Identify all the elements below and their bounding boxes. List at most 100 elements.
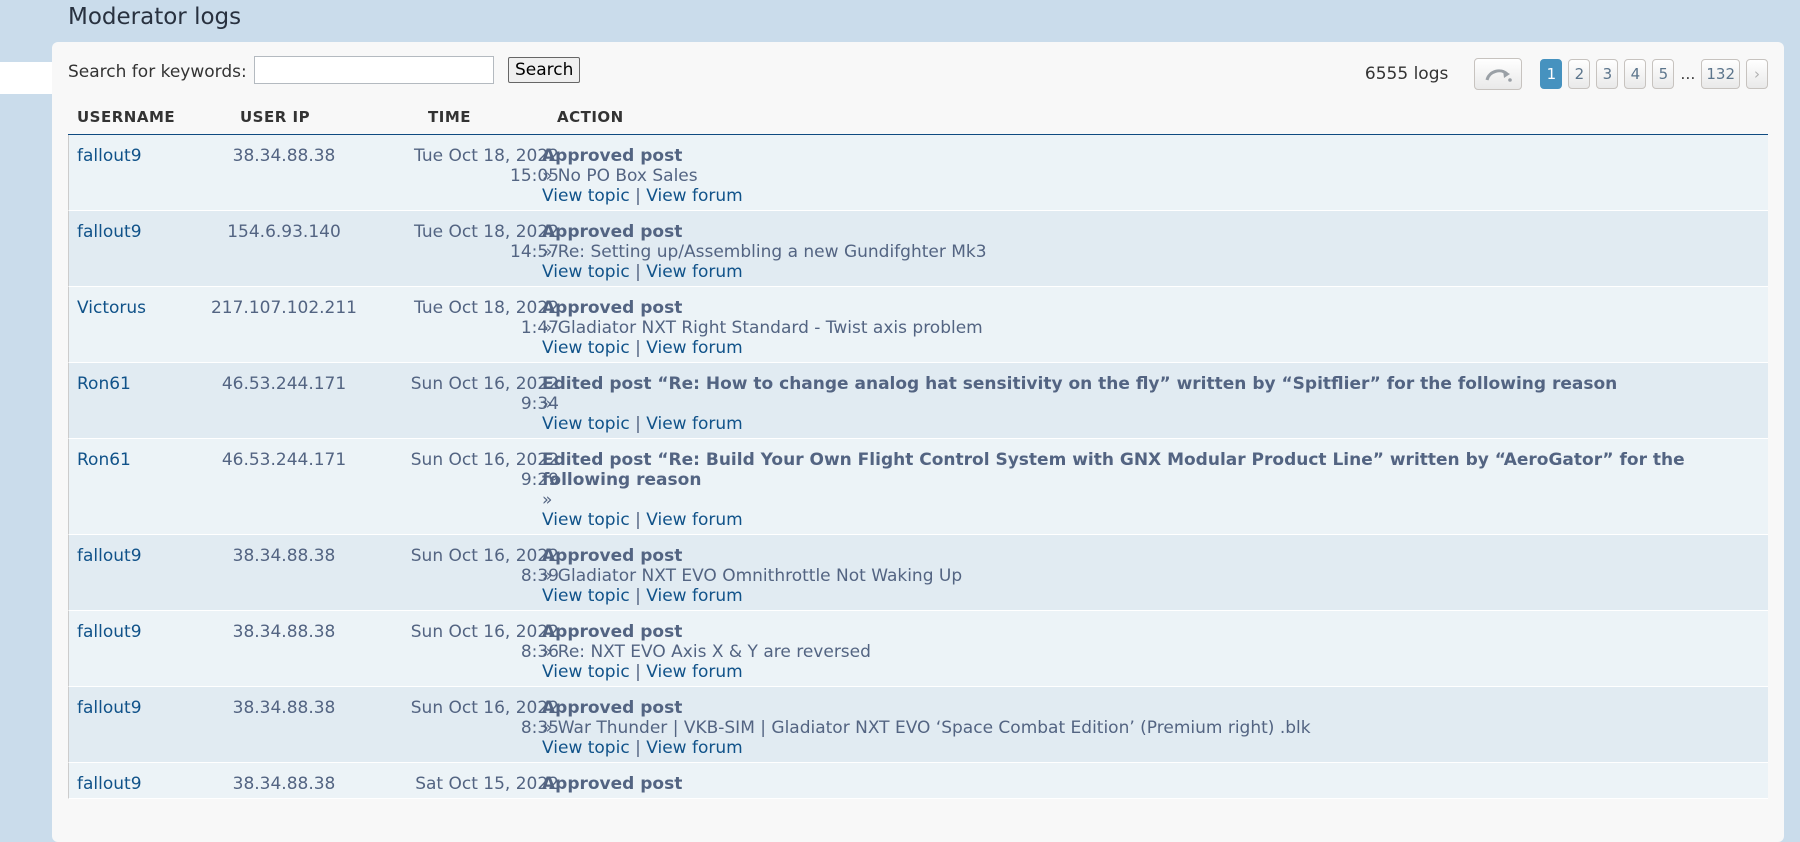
action-links: View topic | View forum	[542, 662, 1760, 682]
view-topic-link[interactable]: View topic	[542, 186, 630, 206]
link-separator: |	[635, 262, 641, 282]
pagination: 6555 logs 1 2 3 4 5 … 132 ›	[1365, 58, 1768, 90]
action-detail: »	[542, 394, 553, 414]
log-date: Sat Oct 15, 2022	[415, 774, 559, 794]
log-time: Sun Oct 16, 2022 8:35	[369, 698, 559, 738]
log-date: Tue Oct 18, 2022	[414, 222, 559, 242]
page-button-4[interactable]: 4	[1624, 59, 1647, 89]
user-ip: 38.34.88.38	[232, 698, 336, 718]
log-table: fallout9 38.34.88.38 Tue Oct 18, 2022 15:05…	[68, 134, 1768, 799]
table-row: Victorus 217.107.102.211 Tue Oct 18, 2022 1…	[68, 287, 1768, 363]
user-ip: 154.6.93.140	[227, 222, 341, 242]
log-time: Sun Oct 16, 2022 9:34	[369, 374, 559, 414]
page-button-last[interactable]: 132	[1701, 59, 1740, 89]
action-links: View topic | View forum	[542, 586, 1760, 606]
user-ip: 46.53.244.171	[221, 450, 347, 470]
log-clock: 8:35	[520, 718, 559, 738]
view-forum-link[interactable]: View forum	[646, 510, 742, 530]
table-row: fallout9 38.34.88.38 Sun Oct 16, 2022 8:35 A…	[68, 687, 1768, 763]
user-ip: 46.53.244.171	[221, 374, 347, 394]
toolbar: Search for keywords: Search 6555 logs 1 …	[68, 56, 1768, 90]
view-topic-link[interactable]: View topic	[542, 338, 630, 358]
table-row: fallout9 154.6.93.140 Tue Oct 18, 2022 14:5…	[68, 211, 1768, 287]
page-button-2[interactable]: 2	[1568, 59, 1591, 89]
view-forum-link[interactable]: View forum	[646, 186, 742, 206]
user-ip: 38.34.88.38	[232, 546, 336, 566]
action-title: Approved post	[542, 298, 683, 318]
logs-panel: Search for keywords: Search 6555 logs 1 …	[52, 42, 1784, 842]
log-clock: 15:05	[510, 166, 559, 186]
user-ip: 38.34.88.38	[232, 774, 336, 794]
header-user-ip: USER IP	[240, 108, 311, 126]
action-title: Edited post “Re: How to change analog ha…	[542, 374, 1618, 394]
log-clock: 14:57	[510, 242, 559, 262]
user-ip: 38.34.88.38	[232, 146, 336, 166]
view-forum-link[interactable]: View forum	[646, 586, 742, 606]
refresh-button[interactable]	[1474, 58, 1523, 90]
action-detail: »	[542, 490, 553, 510]
log-date: Sun Oct 16, 2022	[410, 698, 559, 718]
user-ip: 38.34.88.38	[232, 622, 336, 642]
action-links: View topic | View forum	[542, 414, 1760, 434]
view-topic-link[interactable]: View topic	[542, 586, 630, 606]
user-ip: 217.107.102.211	[210, 298, 357, 318]
action-detail: » Gladiator NXT Right Standard - Twist a…	[542, 318, 983, 338]
log-date: Sun Oct 16, 2022	[410, 622, 559, 642]
page-title: Moderator logs	[68, 4, 242, 30]
log-date: Sun Oct 16, 2022	[410, 374, 559, 394]
log-clock: 8:39	[520, 566, 559, 586]
action-title: Approved post	[542, 698, 683, 718]
action-title: Approved post	[542, 146, 683, 166]
view-forum-link[interactable]: View forum	[646, 414, 742, 434]
refresh-icon	[1485, 69, 1513, 82]
table-row: fallout9 38.34.88.38 Tue Oct 18, 2022 15:05…	[68, 135, 1768, 211]
chevron-right-icon: ›	[1754, 65, 1760, 83]
view-topic-link[interactable]: View topic	[542, 510, 630, 530]
action-title: Approved post	[542, 622, 683, 642]
log-action: Edited post “Re: How to change analog ha…	[542, 374, 1768, 434]
search-label: Search for keywords:	[68, 62, 247, 82]
header-username: USERNAME	[77, 108, 176, 126]
page-button-1[interactable]: 1	[1540, 59, 1563, 89]
view-forum-link[interactable]: View forum	[646, 662, 742, 682]
action-links: View topic | View forum	[542, 186, 1760, 206]
action-title: Edited post “Re: Build Your Own Flight C…	[542, 450, 1685, 490]
search-button[interactable]: Search	[508, 57, 581, 83]
view-topic-link[interactable]: View topic	[542, 414, 630, 434]
log-date: Tue Oct 18, 2022	[414, 146, 559, 166]
table-row: Ron61 46.53.244.171 Sun Oct 16, 2022 9:29 Ed…	[68, 439, 1768, 535]
log-time: Sat Oct 15, 2022	[369, 774, 559, 794]
log-clock: 9:29	[520, 470, 559, 490]
log-time: Tue Oct 18, 2022 15:05	[369, 146, 559, 186]
action-detail: » War Thunder | VKB-SIM | Gladiator NXT …	[542, 718, 1311, 738]
log-date: Sun Oct 16, 2022	[410, 450, 559, 470]
column-headers: USERNAME USER IP TIME ACTION	[68, 106, 1768, 130]
view-forum-link[interactable]: View forum	[646, 338, 742, 358]
log-time: Sun Oct 16, 2022 8:39	[369, 546, 559, 586]
log-action: Approved post» No PO Box Sales View topic…	[542, 146, 1768, 206]
log-clock: 9:34	[520, 394, 559, 414]
view-topic-link[interactable]: View topic	[542, 738, 630, 758]
log-date: Tue Oct 18, 2022	[414, 298, 559, 318]
next-page-button[interactable]: ›	[1746, 59, 1768, 89]
link-separator: |	[635, 662, 641, 682]
page-button-3[interactable]: 3	[1596, 59, 1619, 89]
link-separator: |	[635, 414, 641, 434]
header-action: ACTION	[557, 108, 624, 126]
action-title: Approved post	[542, 774, 683, 794]
view-forum-link[interactable]: View forum	[646, 262, 742, 282]
table-row: Ron61 46.53.244.171 Sun Oct 16, 2022 9:34 Ed…	[68, 363, 1768, 439]
log-time: Tue Oct 18, 2022 14:57	[369, 222, 559, 262]
view-topic-link[interactable]: View topic	[542, 662, 630, 682]
view-topic-link[interactable]: View topic	[542, 262, 630, 282]
action-detail: » No PO Box Sales	[542, 166, 698, 186]
search-input[interactable]	[254, 56, 494, 84]
log-action: Approved post» Gladiator NXT Right Stand…	[542, 298, 1768, 358]
log-clock: 1:47	[520, 318, 559, 338]
log-time: Sun Oct 16, 2022 9:29	[369, 450, 559, 490]
log-action: Approved post	[542, 774, 1768, 794]
view-forum-link[interactable]: View forum	[646, 738, 742, 758]
log-action: Edited post “Re: Build Your Own Flight C…	[542, 450, 1768, 530]
page-button-5[interactable]: 5	[1652, 59, 1675, 89]
log-action: Approved post» Re: NXT EVO Axis X & Y ar…	[542, 622, 1768, 682]
